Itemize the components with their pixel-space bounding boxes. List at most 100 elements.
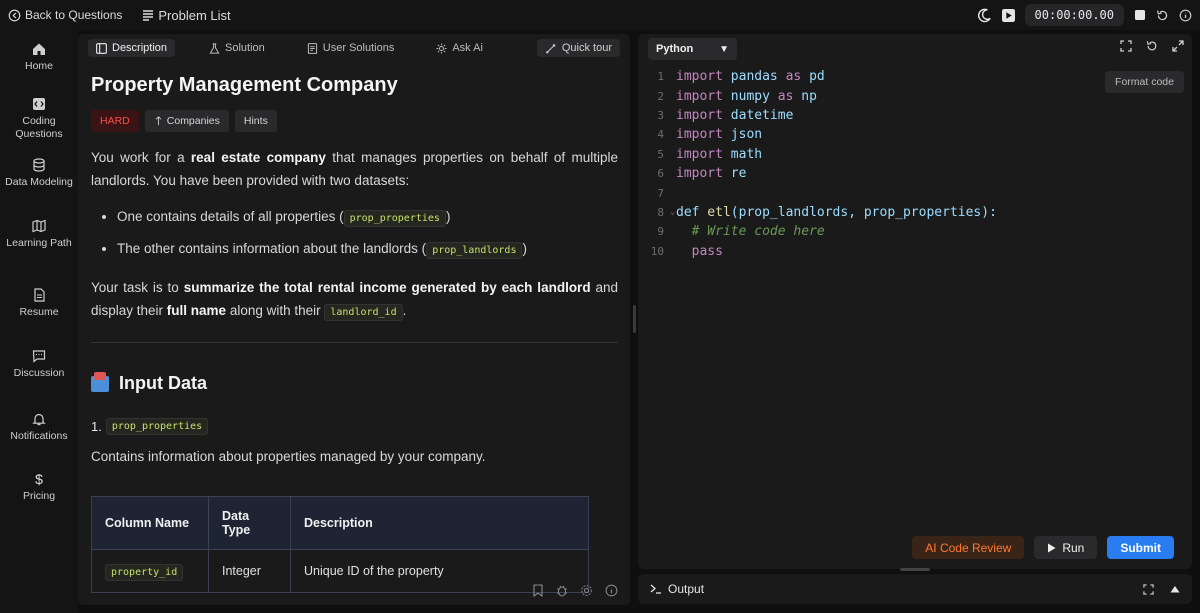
tab-solution[interactable]: Solution <box>201 39 273 57</box>
module: math <box>722 146 763 162</box>
info-circle-icon[interactable] <box>605 584 618 597</box>
output-fullscreen-icon[interactable] <box>1143 583 1154 595</box>
sidebar-item-coding-questions[interactable]: Coding Questions <box>0 97 78 141</box>
description-icon <box>96 42 107 54</box>
keyword: as <box>777 88 794 104</box>
play-timer-icon[interactable] <box>1001 8 1015 22</box>
problem-list-link[interactable]: Problem List <box>142 8 231 23</box>
editor-actions: AI Code Review Run Submit <box>912 536 1174 559</box>
column-header: Data Type <box>208 496 291 550</box>
keyword: import <box>676 69 723 85</box>
flask-icon <box>209 42 220 54</box>
line-number: 4 <box>657 128 664 142</box>
code-line: 10 pass <box>638 242 1098 261</box>
quick-tour-button[interactable]: Quick tour <box>536 39 620 57</box>
code-inline: landlord_id <box>324 304 403 321</box>
sidebar-item-discussion[interactable]: Discussion <box>0 349 78 380</box>
bookmark-icon[interactable] <box>532 584 544 597</box>
info-icon[interactable] <box>1179 9 1192 22</box>
moon-icon[interactable] <box>977 8 992 23</box>
settings-icon[interactable] <box>580 584 593 597</box>
keyword: import <box>676 107 723 123</box>
dataset-list: One contains details of all properties (… <box>91 202 618 266</box>
sidebar-item-resume[interactable]: Resume <box>0 288 78 319</box>
submit-button[interactable]: Submit <box>1107 536 1174 559</box>
language-select[interactable]: Python ▼ <box>648 38 737 60</box>
tab-description[interactable]: Description <box>88 39 176 57</box>
stop-icon[interactable] <box>1134 9 1146 21</box>
code-inline: prop_landlords <box>426 242 523 259</box>
output-label: Output <box>668 582 705 596</box>
format-code-button[interactable]: Format code <box>1105 71 1184 93</box>
line-number: 8 <box>657 205 664 219</box>
bug-icon[interactable] <box>556 584 568 597</box>
sidebar-item-pricing[interactable]: $ Pricing <box>0 472 78 503</box>
chevron-up-icon[interactable] <box>1170 584 1180 595</box>
panel-resize-handle[interactable] <box>633 305 636 333</box>
code-line: 1 import pandas as pd <box>638 67 1098 86</box>
tab-label: Quick tour <box>561 42 612 54</box>
keyword: import <box>676 146 723 162</box>
divider-line <box>91 342 618 343</box>
route-icon <box>545 43 557 54</box>
intro-bold: real estate company <box>190 150 326 165</box>
line-number: 2 <box>657 89 664 103</box>
expand-icon[interactable] <box>1172 40 1184 52</box>
inbox-icon <box>91 371 109 392</box>
column-header: Column Name <box>91 496 209 550</box>
keyword: import <box>676 166 723 182</box>
table-name-line: 1. prop_properties <box>91 418 618 435</box>
function-name: etl <box>699 204 731 220</box>
sidebar-item-notifications[interactable]: Notifications <box>0 412 78 443</box>
dollar-icon: $ <box>35 471 43 487</box>
sidebar-item-label: Notifications <box>10 430 68 442</box>
code-inline: property_id <box>105 564 184 581</box>
fullscreen-icon[interactable] <box>1120 40 1132 52</box>
output-bar[interactable]: Output <box>638 574 1192 604</box>
reset-timer-icon[interactable] <box>1156 9 1169 22</box>
sidebar-item-learning-path[interactable]: Learning Path <box>0 219 78 250</box>
hints-button[interactable]: Hints <box>234 110 277 132</box>
reset-code-icon[interactable] <box>1146 40 1158 52</box>
companies-label: Companies <box>166 115 220 127</box>
sidebar-item-label: Resume <box>19 306 59 318</box>
editor-toolbar <box>1120 40 1184 52</box>
keyword: import <box>676 88 723 104</box>
tab-label: Description <box>112 42 168 54</box>
task-bold-2: full name <box>166 303 227 318</box>
task-text: Your task is to <box>91 280 184 295</box>
code-inline: prop_properties <box>343 210 446 227</box>
output-resize-handle[interactable] <box>900 568 930 571</box>
code-line: 5 import math <box>638 145 1098 164</box>
sidebar-item-home[interactable]: Home <box>0 42 78 73</box>
ai-code-review-button[interactable]: AI Code Review <box>912 536 1025 559</box>
code-line: 6 import re <box>638 164 1098 183</box>
code-area[interactable]: 1 import pandas as pd 2 import numpy as np… <box>638 67 1098 261</box>
alias: pd <box>801 69 825 85</box>
timer-display: 00:00:00.00 <box>1024 4 1124 26</box>
column-header: Description <box>290 496 589 550</box>
companies-button[interactable]: Companies <box>144 110 229 132</box>
bell-icon <box>32 412 46 426</box>
map-icon <box>32 219 46 233</box>
line-number: 3 <box>657 108 664 122</box>
intro-text: You work for a <box>91 150 191 165</box>
tab-ask-ai[interactable]: Ask Ai <box>428 39 491 57</box>
heading-text: Input Data <box>119 373 207 393</box>
line-number: 6 <box>657 167 664 181</box>
back-to-questions-link[interactable]: Back to Questions <box>8 8 122 22</box>
module: json <box>722 127 763 143</box>
sidebar-item-data-modeling[interactable]: Data Modeling <box>0 158 78 189</box>
module: re <box>722 166 747 182</box>
list-item: The other contains information about the… <box>117 234 618 266</box>
run-button[interactable]: Run <box>1034 536 1098 559</box>
list-icon <box>142 9 154 21</box>
paren: ) <box>445 209 451 224</box>
module: pandas <box>722 69 786 85</box>
table-cell: Integer <box>208 549 291 593</box>
task-bold: summarize the total rental income genera… <box>183 280 591 295</box>
alias: np <box>793 88 817 104</box>
tab-user-solutions[interactable]: User Solutions <box>299 39 403 57</box>
item-number: 1. <box>91 419 102 434</box>
line-number: 9 <box>657 225 664 239</box>
